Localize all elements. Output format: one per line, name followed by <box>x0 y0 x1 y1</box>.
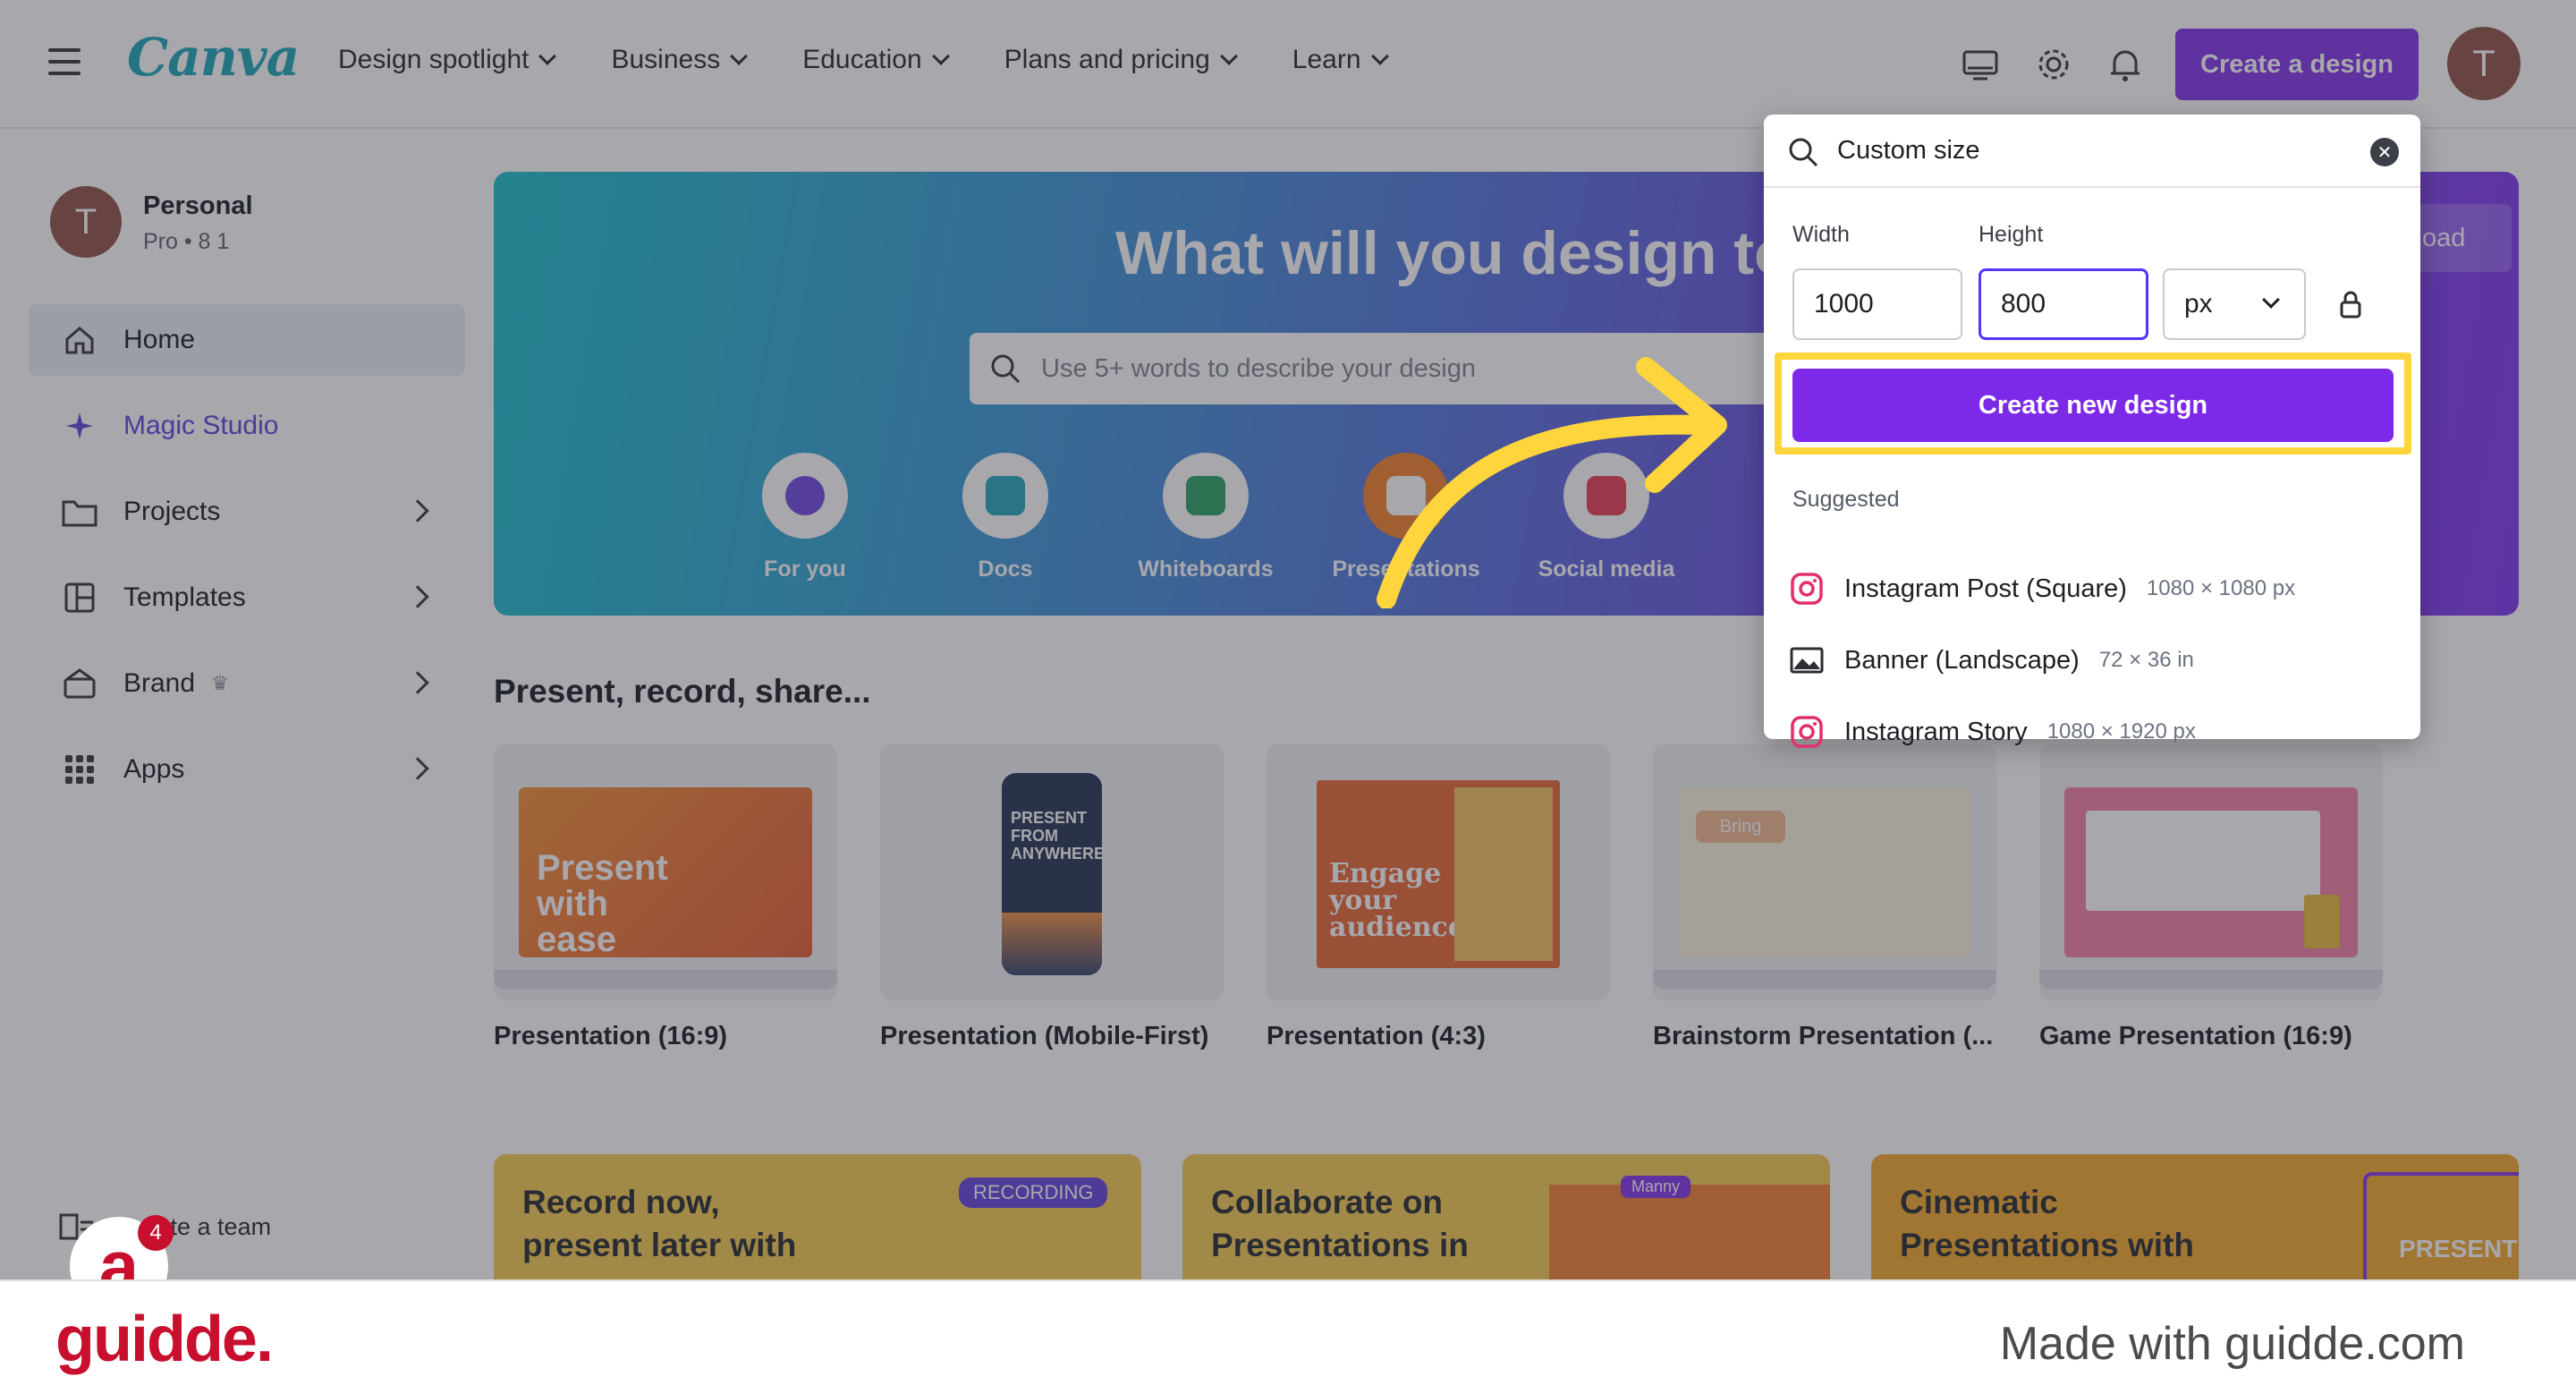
create-new-design-button[interactable]: Create new design <box>1792 369 2394 442</box>
notification-count: 4 <box>138 1215 174 1251</box>
made-with-text: Made with guidde.com <box>1999 1318 2465 1370</box>
canva-app: Canva Design spotlight Business Educatio… <box>0 0 2576 1279</box>
image-icon <box>1790 647 1824 674</box>
unit-select[interactable]: px <box>2163 268 2306 340</box>
popup-search-input[interactable]: Custom size ✕ <box>1764 115 2420 188</box>
width-label: Width <box>1792 222 1850 247</box>
instagram-icon <box>1791 573 1823 605</box>
suggestion-item[interactable]: Instagram Post (Square) 1080 × 1080 px <box>1789 562 2295 616</box>
suggestion-item[interactable]: Banner (Landscape) 72 × 36 in <box>1789 633 2194 687</box>
lock-icon[interactable] <box>2336 290 2365 320</box>
custom-size-popup: Custom size ✕ Width Height 1000 800 px C… <box>1764 115 2420 748</box>
height-label: Height <box>1979 222 2044 247</box>
instagram-icon <box>1791 716 1823 748</box>
suggested-label: Suggested <box>1792 487 1900 512</box>
chevron-down-icon <box>2262 291 2280 309</box>
guidde-logo[interactable]: guidde. <box>55 1303 274 1376</box>
search-icon <box>1789 138 1818 167</box>
height-field[interactable]: 800 <box>1979 268 2148 340</box>
clear-icon[interactable]: ✕ <box>2370 138 2399 166</box>
annotation-arrow-icon <box>1377 357 1727 608</box>
search-value: Custom size <box>1837 135 1980 165</box>
width-field[interactable]: 1000 <box>1792 268 1962 340</box>
guidde-footer: guidde. Made with guidde.com <box>0 1279 2576 1394</box>
suggestion-item[interactable]: Instagram Story 1080 × 1920 px <box>1789 705 2196 759</box>
